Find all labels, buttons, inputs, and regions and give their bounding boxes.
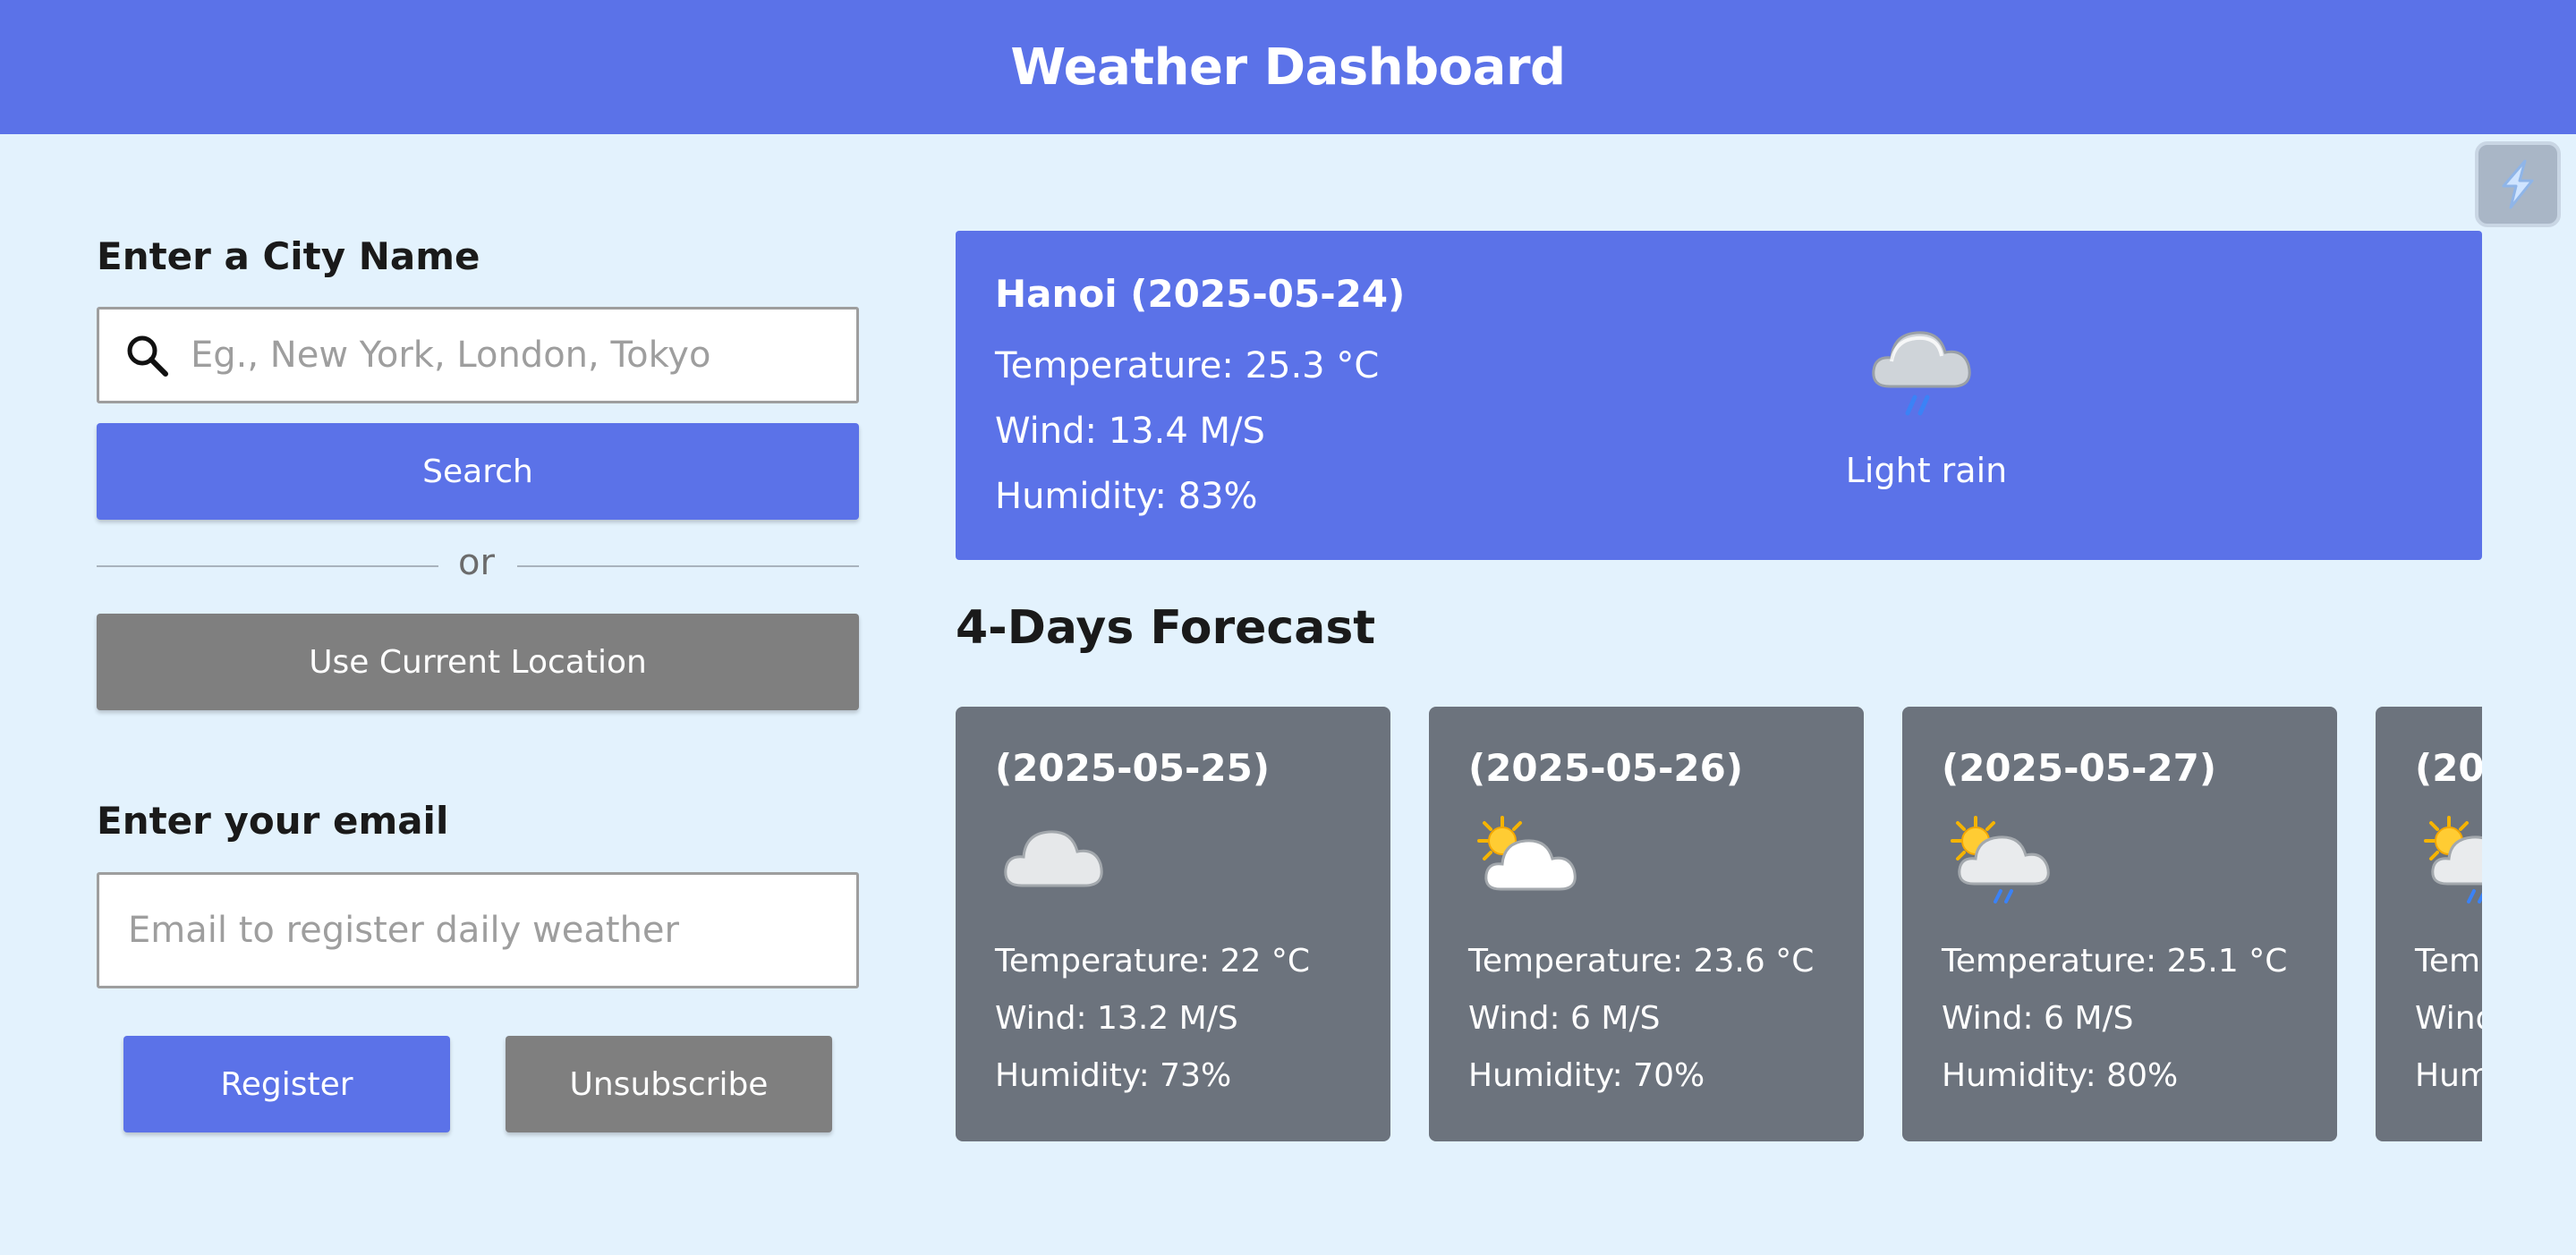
- use-current-location-button[interactable]: Use Current Location: [97, 614, 859, 710]
- forecast-list: (2025-05-25) Temperature: 22 °C Wind: 13…: [956, 707, 2482, 1141]
- cloud-icon: [995, 814, 1111, 903]
- forecast-card: (2025-05-28) Temperature: 24.8 °C Wind: …: [2376, 707, 2482, 1141]
- current-weather-card: Hanoi (2025-05-24) Temperature: 25.3 °C …: [956, 231, 2482, 560]
- forecast-wind: Wind: 6 M/S: [1942, 1000, 2134, 1037]
- app-header: Weather Dashboard: [0, 0, 2576, 134]
- lightning-icon: [2502, 159, 2534, 209]
- register-button[interactable]: Register: [123, 1036, 450, 1132]
- search-icon: [123, 331, 171, 379]
- forecast-humidity: Humidity: 80%: [1942, 1057, 2179, 1094]
- email-input[interactable]: [99, 875, 856, 986]
- unsubscribe-button[interactable]: Unsubscribe: [506, 1036, 832, 1132]
- forecast-temperature: Temperature: 23.6 °C: [1468, 943, 1815, 979]
- sun-cloud-icon: [1468, 814, 1585, 903]
- current-temperature: Temperature: 25.3 °C: [995, 345, 1380, 386]
- city-label: Enter a City Name: [97, 234, 480, 278]
- forecast-wind: Wind: 13.2 M/S: [995, 1000, 1238, 1037]
- forecast-date: (2025-05-27): [1942, 746, 2217, 790]
- city-input[interactable]: [191, 310, 856, 401]
- current-humidity: Humidity: 83%: [995, 476, 1258, 517]
- sun-cloud-rain-icon: [2415, 814, 2482, 903]
- city-search-field[interactable]: [97, 307, 859, 403]
- forecast-wind: Wind: 6 M/S: [1468, 1000, 1661, 1037]
- forecast-title: 4-Days Forecast: [956, 601, 1376, 655]
- or-label: or: [458, 542, 495, 583]
- forecast-date: (2025-05-26): [1468, 746, 1744, 790]
- forecast-date: (2025-05-28): [2415, 746, 2482, 790]
- forecast-wind: Wind: 5.6 M/S: [2415, 1000, 2482, 1037]
- forecast-humidity: Humidity: 73%: [995, 1057, 1232, 1094]
- current-condition: Light rain: [1845, 451, 2008, 490]
- forecast-temperature: Temperature: 22 °C: [995, 943, 1311, 979]
- forecast-humidity: Humidity: 70%: [1468, 1057, 1705, 1094]
- sun-cloud-rain-icon: [1942, 814, 2058, 903]
- current-city-date: Hanoi (2025-05-24): [995, 272, 1406, 316]
- forecast-date: (2025-05-25): [995, 746, 1271, 790]
- forecast-card: (2025-05-26) Temperature: 23.6 °C Wind: …: [1429, 707, 1864, 1141]
- cloud-rain-icon: [1856, 313, 1995, 433]
- extension-button[interactable]: [2475, 141, 2561, 227]
- search-button[interactable]: Search: [97, 423, 859, 520]
- current-wind: Wind: 13.4 M/S: [995, 411, 1265, 452]
- email-field[interactable]: [97, 872, 859, 988]
- forecast-humidity: Humidity: 78%: [2415, 1057, 2482, 1094]
- email-label: Enter your email: [97, 799, 449, 843]
- forecast-temperature: Temperature: 25.1 °C: [1942, 943, 2288, 979]
- forecast-card: (2025-05-27) Temperature: 25.1 °C Wind: …: [1902, 707, 2337, 1141]
- forecast-card: (2025-05-25) Temperature: 22 °C Wind: 13…: [956, 707, 1390, 1141]
- forecast-temperature: Temperature: 24.8 °C: [2415, 943, 2482, 979]
- page-title: Weather Dashboard: [1010, 38, 1566, 97]
- divider-right: [517, 565, 859, 567]
- divider-left: [97, 565, 438, 567]
